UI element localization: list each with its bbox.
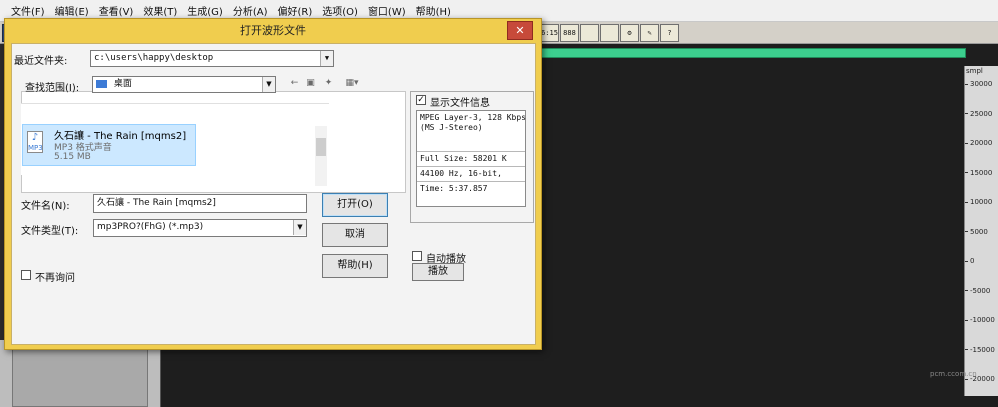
ruler-tick-label: 0 [965, 257, 998, 265]
info-line: Full Size: 58201 K [420, 154, 507, 163]
show-info-checkbox[interactable]: ✓ [416, 95, 426, 105]
autoplay-checkbox[interactable] [412, 251, 422, 261]
left-panel [0, 340, 160, 407]
recent-folder-label: 最近文件夹: [14, 56, 68, 67]
menu-item[interactable]: 查看(V) [94, 3, 139, 18]
ruler-tick-label: 10000 [965, 198, 998, 206]
cancel-button[interactable]: 取消 [322, 223, 388, 247]
info-line: 44100 Hz, 16-bit, [420, 169, 502, 178]
recent-folder-value: c:\users\happy\desktop [94, 53, 214, 63]
file-info-box: MPEG Layer-3, 128 Kbps (MS J-Stereo) Ful… [416, 110, 526, 207]
info-separator [417, 166, 525, 167]
file-item-size: 5.15 MB [54, 152, 91, 162]
chevron-down-icon[interactable]: ▼ [262, 77, 275, 92]
new-folder-icon[interactable]: ✦ [322, 77, 335, 89]
ruler-tick-label: 5000 [965, 228, 998, 236]
ruler-tick-label: 20000 [965, 139, 998, 147]
info-line: (MS J-Stereo) [420, 123, 483, 132]
lookin-label: 查找范围(I): [25, 83, 80, 94]
toolbar-edit-icon[interactable]: ✎ [640, 24, 659, 42]
ruler-tick-label: -5000 [965, 287, 998, 295]
dont-ask-label: 不再询问 [35, 273, 75, 284]
filetype-label: 文件类型(T): [21, 226, 79, 237]
dialog-body: 最近文件夹: c:\users\happy\desktop ▼ 查找范围(I):… [11, 43, 536, 345]
show-info-label: 显示文件信息 [430, 98, 490, 109]
play-button[interactable]: 播放 [412, 263, 464, 281]
menu-item[interactable]: 窗口(W) [363, 3, 411, 18]
back-icon[interactable]: ← [288, 77, 301, 89]
toolbar-window-button[interactable] [600, 24, 619, 42]
scrollbar-thumb[interactable] [316, 138, 326, 156]
menu-item[interactable]: 帮助(H) [411, 3, 456, 18]
file-list-scrollbar[interactable] [315, 126, 327, 186]
view-menu-icon[interactable]: ▦▾ [340, 77, 364, 89]
dialog-title: 打开波形文件 [240, 24, 306, 37]
open-button[interactable]: 打开(O) [322, 193, 388, 217]
filetype-combo[interactable]: mp3PRO?(FhG) (*.mp3) ▼ [93, 219, 307, 237]
left-panel-inner [12, 348, 148, 407]
menu-item[interactable]: 效果(T) [138, 3, 182, 18]
toolbar-time-button[interactable]: 6:15 [540, 24, 559, 42]
dont-ask-checkbox[interactable] [21, 270, 31, 280]
toolbar-help-icon[interactable]: ? [660, 24, 679, 42]
ruler-tick-label: 30000 [965, 80, 998, 88]
open-wave-dialog: 打开波形文件 ✕ 最近文件夹: c:\users\happy\desktop ▼… [4, 18, 542, 350]
ruler-tick-label: -20000 [965, 375, 998, 383]
lookin-value: 桌面 [113, 79, 132, 89]
ruler-tick-label: -15000 [965, 346, 998, 354]
info-line: Time: 5:37.857 [420, 184, 488, 193]
menu-item[interactable]: 编辑(E) [50, 3, 94, 18]
filename-label: 文件名(N): [21, 201, 70, 212]
chevron-down-icon[interactable]: ▼ [320, 51, 333, 66]
menu-item[interactable]: 分析(A) [228, 3, 273, 18]
chevron-down-icon[interactable]: ▼ [293, 220, 306, 235]
menu-item[interactable]: 生成(G) [182, 3, 228, 18]
menu-item[interactable]: 选项(O) [317, 3, 363, 18]
ruler-unit: smpl [966, 67, 983, 75]
close-icon[interactable]: ✕ [507, 21, 533, 40]
folder-icon [96, 79, 107, 88]
toolbar-blank-button[interactable] [580, 24, 599, 42]
help-button[interactable]: 帮助(H) [322, 254, 388, 278]
filename-input[interactable]: 久石讓 - The Rain [mqms2] [93, 194, 307, 213]
toolbar-grid-button[interactable]: 888 [560, 24, 579, 42]
ruler-tick-label: 25000 [965, 110, 998, 118]
menu-item[interactable]: 偏好(R) [272, 3, 317, 18]
menu-item[interactable]: 文件(F) [6, 3, 50, 18]
filetype-value: mp3PRO?(FhG) (*.mp3) [97, 222, 204, 232]
info-line: MPEG Layer-3, 128 Kbps [420, 113, 526, 122]
ruler-tick-label: -10000 [965, 316, 998, 324]
ruler-tick-label: 15000 [965, 169, 998, 177]
toolbar-settings-icon[interactable]: ⚙ [620, 24, 639, 42]
up-folder-icon[interactable]: ▣ [304, 77, 317, 89]
info-separator [417, 151, 525, 152]
info-separator [417, 181, 525, 182]
lookin-combo[interactable]: 桌面 ▼ [92, 76, 276, 93]
recent-folder-combo[interactable]: c:\users\happy\desktop ▼ [90, 50, 334, 67]
file-list-item[interactable]: ♪ MP3 久石讓 - The Rain [mqms2] MP3 格式声音 5.1… [22, 124, 196, 166]
mp3-file-icon: ♪ MP3 [27, 131, 43, 153]
